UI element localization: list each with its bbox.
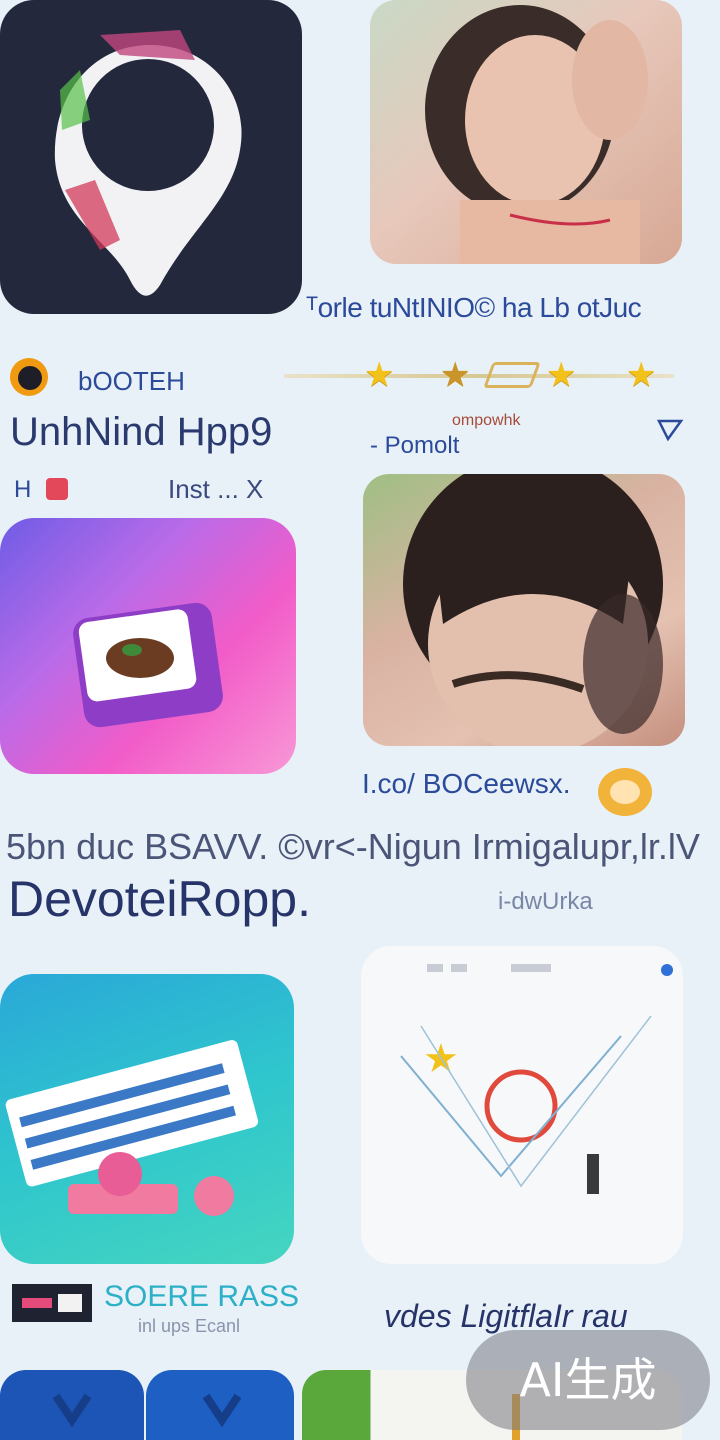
app-title[interactable]: UnhNind Hpp9 xyxy=(10,410,272,455)
rating-label-top: ompowhk xyxy=(452,412,521,429)
chevron-down-icon[interactable] xyxy=(656,418,684,442)
app-tile-blue-1[interactable] xyxy=(0,1370,144,1440)
brand-logo-icon xyxy=(10,358,48,396)
row2-headline: 5bn duc BSAVV. ©vr<-Nigun Irmigalupr,lr.… xyxy=(6,826,700,867)
row2-caption: I.co/ BOCeewsx. xyxy=(362,768,571,799)
brand-logo-icon-3 xyxy=(12,1284,92,1322)
tag-icon xyxy=(46,478,68,500)
app-tile-blue-2[interactable] xyxy=(146,1370,294,1440)
card-photo-icon xyxy=(73,602,223,728)
sketch-icon: ★ xyxy=(400,964,673,1194)
row3-sub-label: inl ups Ecanl xyxy=(138,1316,241,1336)
photo-thumbnail xyxy=(403,474,663,746)
rating-rail xyxy=(284,374,674,378)
photo-thumbnail xyxy=(425,5,648,264)
star-icon[interactable]: ★ xyxy=(440,358,470,392)
location-pin-logo-icon xyxy=(54,30,242,296)
ticket-icon xyxy=(5,1040,259,1216)
star-icon[interactable]: ★ xyxy=(626,358,656,392)
meta-left: H xyxy=(14,476,32,503)
meta-mid: Inst ... X xyxy=(168,474,264,504)
ai-generated-watermark: AI生成 xyxy=(466,1330,710,1430)
brand-label: bOOTEH xyxy=(78,366,185,396)
row3-brand-label: SOERE RASS xyxy=(104,1280,300,1313)
star-icon[interactable]: ★ xyxy=(546,358,576,392)
app-title-2[interactable]: DevoteiRopp. xyxy=(8,870,311,928)
app-tile-white-sketch[interactable]: ★ xyxy=(361,946,683,1264)
app-tile-dark-logo[interactable] xyxy=(0,0,302,314)
app-tile-gradient-pink[interactable] xyxy=(0,518,296,774)
app-tile-photo-girl[interactable] xyxy=(370,0,682,264)
star-icon[interactable]: ★ xyxy=(364,358,394,392)
arrow-down-icon xyxy=(52,1393,92,1428)
app-tile-teal-ticket[interactable] xyxy=(0,974,294,1264)
rating-label-bottom: - Pomolt xyxy=(370,432,460,459)
ticket-icon xyxy=(483,362,541,388)
emoji-badge-icon[interactable] xyxy=(598,768,652,816)
row2-subtitle: i-dwUrka xyxy=(498,888,593,915)
app-tile-photo-girl-2[interactable] xyxy=(363,474,685,746)
row1-caption: ᵀorle tuNtINIO© ha Lb otJuc xyxy=(306,292,642,323)
arrow-down-icon xyxy=(202,1393,242,1428)
